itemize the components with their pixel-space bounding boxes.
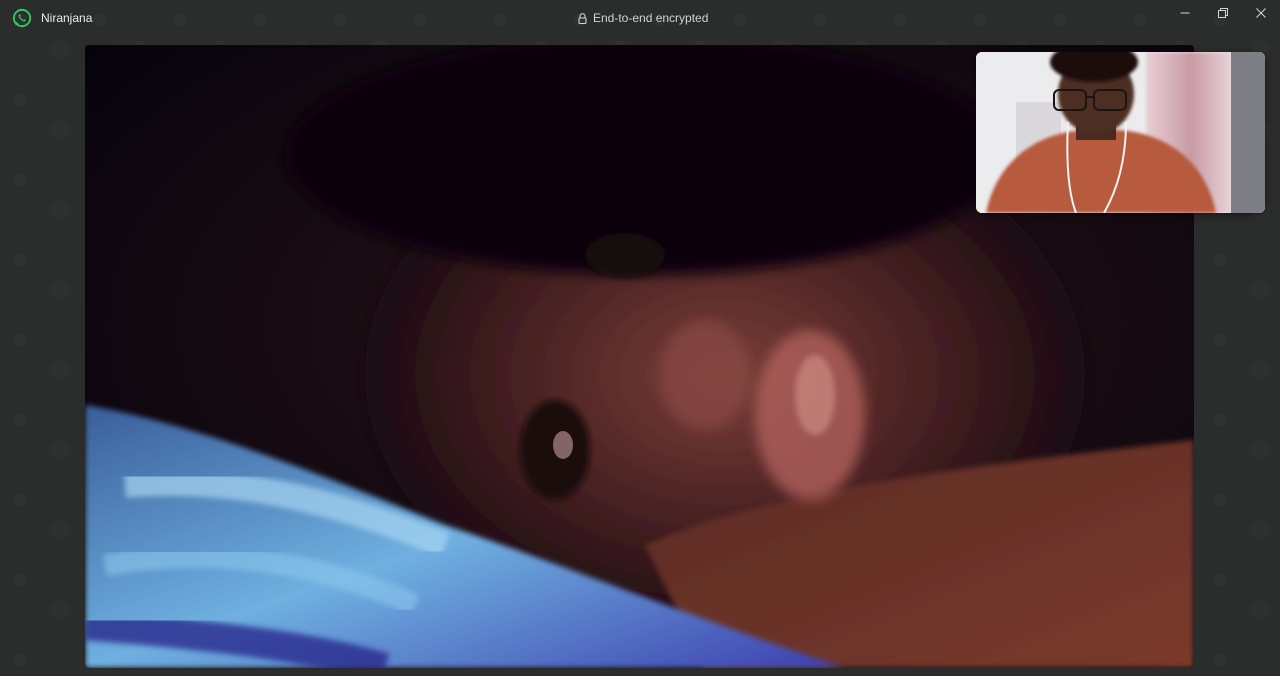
close-icon <box>1256 8 1266 18</box>
contact-name: Niranjana <box>41 11 93 25</box>
lock-icon <box>578 12 587 24</box>
restore-icon <box>1218 8 1228 18</box>
whatsapp-logo-icon <box>12 8 32 28</box>
call-window: Niranjana End-to-end encrypted <box>0 0 1280 676</box>
minimize-button[interactable] <box>1166 0 1204 26</box>
title-bar[interactable]: Niranjana End-to-end encrypted <box>0 0 1280 36</box>
self-preview-video[interactable] <box>976 52 1265 213</box>
encryption-text: End-to-end encrypted <box>593 11 709 25</box>
encryption-status: End-to-end encrypted <box>578 11 708 25</box>
minimize-icon <box>1180 8 1190 18</box>
close-button[interactable] <box>1242 0 1280 26</box>
restore-button[interactable] <box>1204 0 1242 26</box>
window-controls <box>1166 0 1280 26</box>
